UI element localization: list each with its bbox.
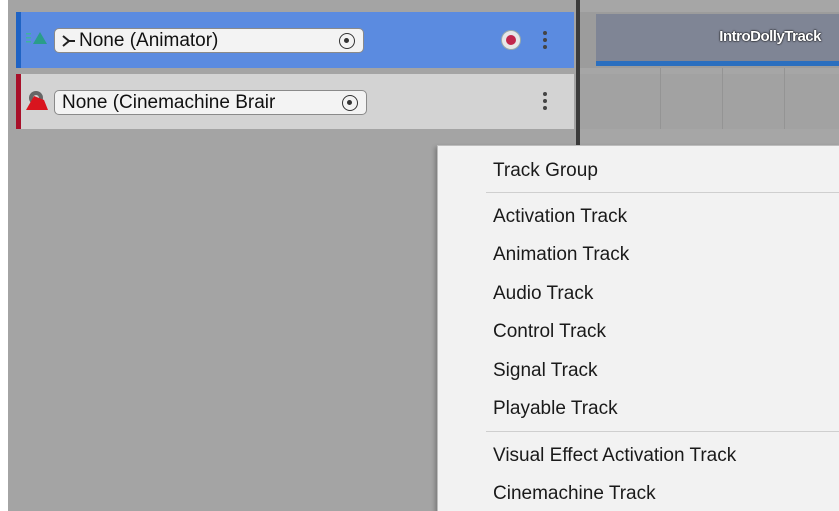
menu-separator	[486, 431, 839, 432]
clip-bar	[596, 61, 839, 66]
object-picker-icon[interactable]	[339, 33, 355, 49]
add-track-context-menu: Track Group Activation Track Animation T…	[437, 145, 839, 511]
menu-item-signal-track[interactable]: Signal Track	[493, 360, 598, 382]
cinemachine-track-header[interactable]: None (Cinemachine Brair	[16, 74, 574, 129]
grid-line	[660, 68, 661, 129]
track-menu-icon[interactable]	[543, 31, 547, 49]
animation-clip[interactable]: IntroDollyTrack	[596, 14, 839, 64]
menu-item-track-group[interactable]: Track Group	[493, 160, 598, 182]
menu-item-audio-track[interactable]: Audio Track	[493, 283, 593, 305]
cinemachine-track-icon	[26, 91, 48, 110]
track-color-stripe	[16, 74, 21, 129]
menu-item-animation-track[interactable]: Animation Track	[493, 244, 629, 266]
track-color-stripe	[16, 12, 21, 68]
menu-item-cinemachine-track[interactable]: Cinemachine Track	[493, 483, 656, 505]
animation-track-icon	[26, 32, 47, 44]
timeline-window: None (Animator) None (Cinemachine Brair …	[0, 0, 839, 511]
record-button[interactable]	[501, 30, 521, 50]
animator-binding-field[interactable]: None (Animator)	[54, 28, 364, 53]
clip-label: IntroDollyTrack	[719, 28, 821, 45]
menu-item-activation-track[interactable]: Activation Track	[493, 206, 627, 228]
grid-line	[722, 68, 723, 129]
object-picker-icon[interactable]	[342, 95, 358, 111]
menu-item-control-track[interactable]: Control Track	[493, 321, 606, 343]
track-menu-icon[interactable]	[543, 92, 547, 110]
animator-binding-label: None (Animator)	[79, 30, 219, 51]
menu-item-playable-track[interactable]: Playable Track	[493, 398, 618, 420]
timeline-row	[580, 74, 839, 129]
cinemachine-binding-label: None (Cinemachine Brair	[62, 92, 276, 113]
cinemachine-brain-binding-field[interactable]: None (Cinemachine Brair	[54, 90, 367, 115]
menu-separator	[486, 192, 839, 193]
menu-item-visual-effect-activation-track[interactable]: Visual Effect Activation Track	[493, 445, 736, 467]
animation-track-header[interactable]: None (Animator)	[16, 12, 574, 68]
grid-line	[784, 68, 785, 129]
animator-icon	[62, 35, 75, 47]
